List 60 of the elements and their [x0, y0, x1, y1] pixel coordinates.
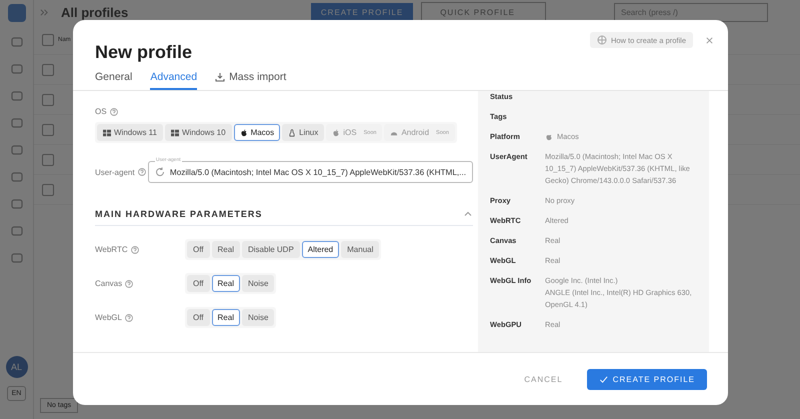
field-label: OS	[95, 107, 107, 116]
close-icon[interactable]	[705, 36, 714, 45]
row-checkbox[interactable]	[42, 64, 54, 76]
parameter-option[interactable]: Noise	[242, 309, 274, 326]
field-label: User-agent	[95, 168, 135, 176]
check-icon	[598, 374, 608, 384]
sidebar-nav-icon[interactable]	[10, 143, 24, 157]
sidebar-nav-icon[interactable]	[10, 116, 24, 130]
select-all-checkbox[interactable]	[42, 34, 54, 46]
parameter-option[interactable]: Off	[187, 309, 210, 326]
help-icon[interactable]	[125, 280, 134, 288]
create-profile-button[interactable]: CREATE PROFILE	[586, 368, 707, 390]
dialog-tab[interactable]: General	[95, 71, 132, 90]
dialog-tab[interactable]: Advanced	[150, 71, 198, 90]
sidebar-nav-icon[interactable]	[10, 89, 24, 103]
parameter-option[interactable]: Disable UDP	[242, 241, 300, 258]
sidebar-nav-icon[interactable]	[10, 251, 24, 265]
window-grid-icon	[103, 128, 111, 136]
sidebar-nav-icon[interactable]	[10, 170, 24, 184]
sidebar-nav-icon[interactable]	[10, 35, 24, 49]
download-icon	[215, 72, 226, 82]
row-checkbox[interactable]	[42, 94, 54, 106]
os-option[interactable]: Windows 10	[164, 124, 232, 141]
parameter-option[interactable]: Off	[187, 275, 210, 292]
row-checkbox[interactable]	[42, 184, 54, 196]
dialog-title: New profile	[95, 42, 192, 63]
help-icon[interactable]	[124, 314, 133, 322]
parameter-label: WebGL	[95, 313, 122, 322]
os-option[interactable]: Windows 11	[97, 124, 163, 141]
section-heading: MAIN HARDWARE PARAMETERS	[95, 209, 262, 219]
row-checkbox[interactable]	[42, 124, 54, 136]
parameter-option[interactable]: Real	[212, 309, 240, 326]
parameter-option[interactable]: Real	[212, 241, 240, 258]
help-icon[interactable]	[138, 168, 146, 176]
row-checkbox[interactable]	[42, 154, 54, 166]
parameter-option[interactable]: Off	[187, 241, 210, 258]
sidebar-nav-icon[interactable]	[10, 224, 24, 238]
sidebar-nav-icon[interactable]	[10, 62, 24, 76]
app-logo-icon[interactable]	[8, 4, 26, 22]
dialog-tab[interactable]: Mass import	[215, 71, 286, 90]
parameter-option[interactable]: Altered	[302, 241, 340, 258]
globe-icon	[596, 35, 607, 45]
help-icon[interactable]	[110, 108, 118, 116]
apple-icon	[240, 128, 248, 136]
page-title: All profiles	[61, 5, 128, 20]
os-option[interactable]: Macos	[234, 124, 280, 141]
parameter-option[interactable]: Manual	[341, 241, 380, 258]
sidebar-nav-icon[interactable]	[10, 197, 24, 211]
window-grid-icon	[170, 128, 179, 136]
parameter-label: Canvas	[95, 279, 122, 288]
os-option[interactable]: Linux	[282, 124, 324, 141]
refresh-icon[interactable]	[154, 167, 165, 177]
apple-icon	[332, 128, 340, 136]
parameter-option[interactable]: Noise	[242, 275, 274, 292]
expand-icon[interactable]	[40, 8, 49, 17]
parameter-option[interactable]: Real	[212, 275, 240, 292]
parameter-label: WebRTC	[95, 245, 128, 254]
apple-icon	[545, 133, 553, 141]
penguin-icon	[288, 128, 296, 136]
help-icon[interactable]	[130, 246, 139, 254]
